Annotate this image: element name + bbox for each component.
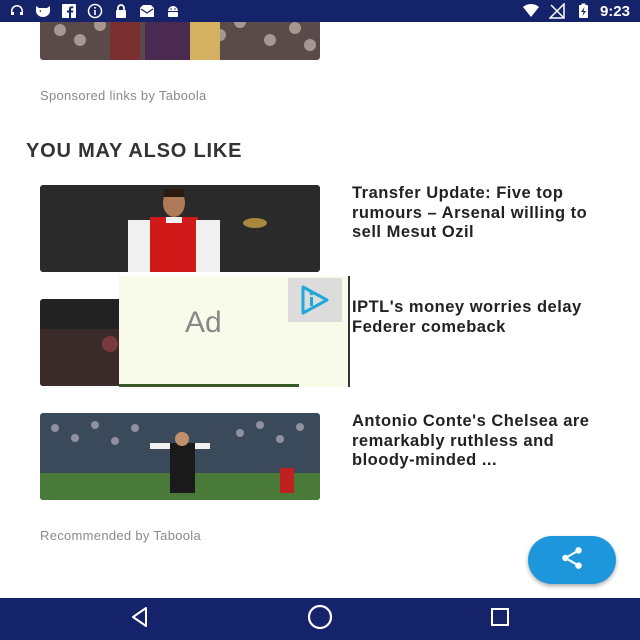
system-status: 9:23: [522, 2, 630, 20]
status-bar: 9:23: [0, 0, 640, 22]
mask-icon: [34, 2, 52, 20]
recommended-credit[interactable]: Recommended by Taboola: [40, 528, 201, 543]
article-thumbnail[interactable]: [40, 185, 320, 272]
mail-icon: [138, 2, 156, 20]
headset-icon: [8, 2, 26, 20]
back-icon: [128, 605, 152, 634]
ad-brand-logo-icon[interactable]: [288, 278, 342, 322]
article-headline[interactable]: IPTL's money worries delay Federer comeb…: [352, 298, 612, 337]
battery-charging-icon: [574, 2, 592, 20]
article-thumbnail[interactable]: [40, 413, 320, 500]
back-button[interactable]: [120, 606, 160, 632]
home-button[interactable]: [300, 604, 340, 632]
sponsored-credit[interactable]: Sponsored links by Taboola: [40, 88, 207, 103]
facebook-icon: [60, 2, 78, 20]
article-recommendations[interactable]: Sponsored links by Taboola YOU MAY ALSO …: [0, 22, 640, 598]
status-time: 9:23: [599, 2, 630, 20]
recents-icon: [488, 605, 512, 634]
info-icon: [86, 2, 104, 20]
article-headline[interactable]: Transfer Update: Five top rumours – Arse…: [352, 184, 612, 243]
share-icon: [559, 545, 585, 576]
recents-button[interactable]: [480, 606, 520, 632]
home-icon: [306, 603, 334, 636]
lock-icon: [112, 2, 130, 20]
sponsored-thumbnail[interactable]: [40, 22, 320, 60]
share-button[interactable]: [528, 536, 616, 584]
article-headline[interactable]: Antonio Conte's Chelsea are remarkably r…: [352, 412, 612, 471]
ad-overlay[interactable]: Ad: [119, 276, 350, 387]
no-signal-icon: [548, 2, 566, 20]
ad-label: Ad: [185, 306, 222, 339]
section-title: YOU MAY ALSO LIKE: [26, 140, 243, 162]
android-icon: [164, 2, 182, 20]
wifi-icon: [522, 2, 540, 20]
navigation-bar: [0, 598, 640, 640]
notification-icons: [8, 2, 182, 20]
ad-progress: [119, 384, 299, 387]
